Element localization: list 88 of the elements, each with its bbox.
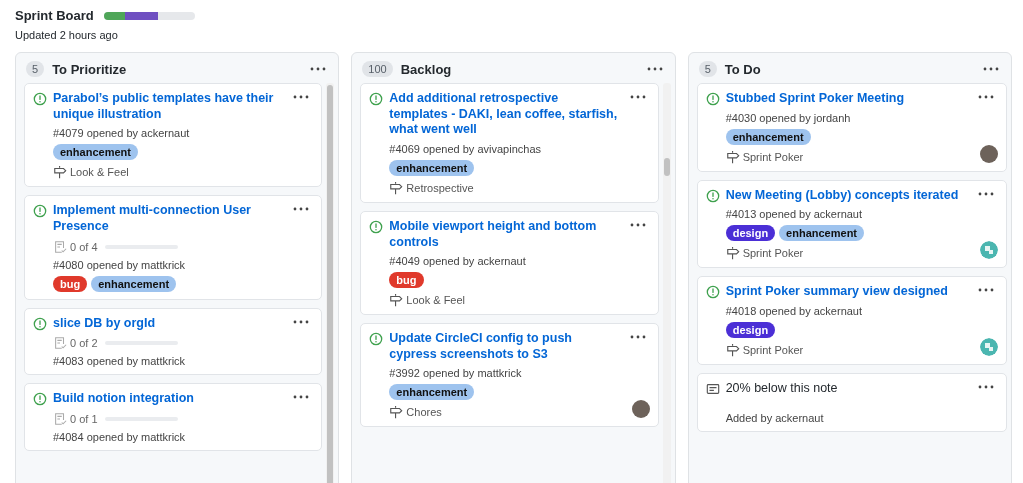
signpost-icon: [389, 180, 404, 195]
scrollbar[interactable]: [326, 83, 335, 483]
issue-card[interactable]: slice DB by orgId 0 of 2 #4083 opened by mattkrick: [24, 307, 323, 376]
issue-title[interactable]: Update CircleCI config to push cypress screenshots to S3: [389, 331, 620, 363]
milestone-name[interactable]: Chores: [406, 406, 442, 419]
signpost-icon: [725, 342, 740, 357]
signpost-icon: [725, 246, 740, 261]
issue-label[interactable]: enhancement: [53, 144, 138, 161]
task-count: 0 of 1: [70, 412, 98, 425]
note-text: 20% below this note: [725, 380, 839, 397]
column-title: To Prioritize: [52, 61, 128, 77]
issue-title[interactable]: Stubbed Sprint Poker Meeting: [725, 91, 968, 107]
issue-meta: #4084 opened by mattkrick: [53, 430, 187, 443]
issue-label[interactable]: bug: [53, 275, 88, 292]
issue-title[interactable]: New Meeting (Lobby) concepts iterated: [725, 187, 968, 204]
issue-meta: #4069 opened by avivapinchas: [389, 142, 542, 155]
issue-card[interactable]: Implement multi-connection User Presence 0 of 4 #4080 opened by mattkrick bug enhancement: [24, 195, 323, 300]
card-menu-button[interactable]: [976, 93, 996, 101]
issue-meta: #4049 opened by ackernaut: [389, 255, 527, 268]
issue-card[interactable]: New Meeting (Lobby) concepts iterated #4013 opened by ackernaut design enhancement Sprint Poker: [696, 179, 1007, 269]
issue-title[interactable]: slice DB by orgId: [53, 315, 284, 332]
milestone-name[interactable]: Sprint Poker: [742, 247, 804, 260]
issue-title[interactable]: Mobile viewport height and bottom controls: [389, 218, 620, 251]
issue-title[interactable]: Parabol’s public templates have their unique illustration: [53, 91, 284, 123]
issue-title[interactable]: Add additional retrospective templates - DAKI, lean coffee, starfish, what went well: [389, 91, 620, 138]
issue-card[interactable]: Sprint Poker summary view designed #4018 opened by ackernaut design Sprint Poker: [696, 276, 1007, 365]
issue-label[interactable]: enhancement: [389, 384, 475, 401]
milestone-name[interactable]: Retrospective: [406, 181, 474, 194]
signpost-icon: [389, 405, 404, 420]
card-count: 5: [26, 61, 45, 77]
milestone-name[interactable]: Sprint Poker: [742, 343, 804, 356]
task-count: 0 of 2: [70, 337, 98, 350]
issue-label[interactable]: enhancement: [91, 275, 177, 292]
card-count: 5: [698, 61, 717, 77]
scrollbar[interactable]: [662, 83, 671, 483]
column-title: Backlog: [400, 61, 453, 77]
issue-meta: #3992 opened by mattkrick: [389, 367, 523, 380]
issue-open-icon: [369, 332, 384, 347]
signpost-icon: [389, 293, 404, 308]
issue-open-icon: [33, 392, 47, 407]
card-count: 100: [362, 61, 393, 77]
issue-card[interactable]: Stubbed Sprint Poker Meeting #4030 opened by jordanh enhancement Sprint Poker: [696, 83, 1007, 172]
issue-title[interactable]: Build notion integration: [53, 391, 284, 407]
issue-meta: #4013 opened by ackernaut: [725, 208, 864, 221]
issue-label[interactable]: enhancement: [725, 128, 811, 145]
checklist-icon: [53, 336, 67, 351]
issue-card[interactable]: Update CircleCI config to push cypress screenshots to S3 #3992 opened by mattkrick enhancement Chores: [360, 323, 659, 428]
checklist-icon: [53, 411, 67, 426]
issue-card[interactable]: Parabol’s public templates have their unique illustration #4079 opened by ackernaut enhancement Look & Feel: [24, 83, 323, 188]
issue-label[interactable]: bug: [389, 272, 424, 289]
issue-meta: #4018 opened by ackernaut: [725, 304, 864, 317]
avatar-placeholder[interactable]: [631, 400, 650, 419]
issue-label[interactable]: enhancement: [389, 159, 475, 176]
milestone-name[interactable]: Sprint Poker: [742, 150, 804, 163]
updated-time: Updated 2 hours ago: [15, 29, 119, 41]
issue-label[interactable]: design: [725, 225, 776, 242]
signpost-icon: [725, 149, 740, 164]
milestone-name[interactable]: Look & Feel: [70, 166, 129, 179]
issue-open-icon: [33, 92, 47, 106]
issue-open-icon: [705, 188, 720, 203]
task-count: 0 of 4: [70, 240, 98, 253]
issue-meta: #4080 opened by mattkrick: [53, 258, 187, 271]
issue-meta: #4030 opened by jordanh: [725, 111, 852, 124]
issue-open-icon: [369, 219, 384, 234]
avatar-placeholder[interactable]: [980, 144, 998, 163]
issue-meta: #4083 opened by mattkrick: [53, 355, 187, 368]
note-icon: [705, 381, 720, 396]
issue-card[interactable]: Build notion integration 0 of 1 #4084 opened by mattkrick: [24, 383, 323, 451]
column-menu-button[interactable]: [981, 65, 1001, 73]
issue-label[interactable]: enhancement: [779, 225, 865, 242]
issue-card[interactable]: Add additional retrospective templates - DAKI, lean coffee, starfish, what went well #4069 opened by avivapinchas enhancement Retrospective: [360, 83, 659, 203]
milestone-name[interactable]: Look & Feel: [406, 294, 466, 307]
column-title: To Do: [724, 61, 762, 77]
issue-label[interactable]: design: [725, 321, 776, 338]
checklist-icon: [53, 239, 67, 254]
board-title: Sprint Board: [15, 8, 94, 23]
issue-open-icon: [705, 92, 720, 106]
issue-title[interactable]: Implement multi-connection User Presence: [53, 203, 284, 235]
issue-card[interactable]: Mobile viewport height and bottom controls #4049 opened by ackernaut bug Look & Feel: [360, 210, 659, 316]
issue-title[interactable]: Sprint Poker summary view designed: [725, 284, 968, 300]
issue-open-icon: [705, 285, 720, 300]
note-card[interactable]: 20% below this note Added by ackernaut: [696, 372, 1007, 432]
issue-open-icon: [33, 316, 47, 331]
issue-meta: #4079 opened by ackernaut: [53, 127, 191, 140]
issue-open-icon: [369, 92, 384, 106]
signpost-icon: [53, 165, 67, 180]
note-author: Added by ackernaut: [725, 411, 825, 424]
issue-open-icon: [33, 204, 47, 219]
